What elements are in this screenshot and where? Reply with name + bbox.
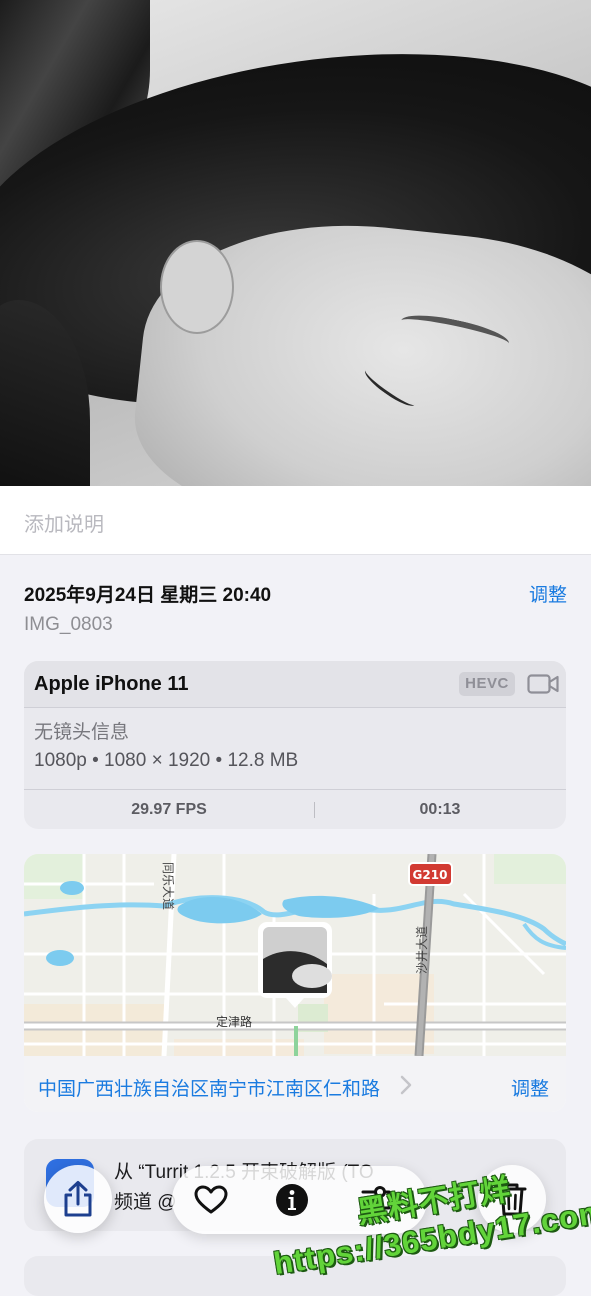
road-label-shajing: 沙井大道 (415, 926, 429, 974)
heart-icon[interactable] (194, 1185, 228, 1215)
adjust-location-button[interactable]: 调整 (511, 1074, 549, 1101)
info-icon[interactable] (275, 1183, 309, 1217)
device-header: Apple iPhone 11 HEVC (24, 661, 566, 708)
device-name: Apple iPhone 11 (34, 673, 189, 695)
device-footer: 29.97 FPS 00:13 (24, 789, 566, 829)
capture-datetime: 2025年9月24日 星期三 20:40 (24, 585, 272, 606)
video-duration: 00:13 (419, 801, 461, 818)
device-info-card: Apple iPhone 11 HEVC 无镜头信息 1080p • 1080 … (24, 661, 566, 829)
road-label-dingjin: 定津路 (216, 1014, 252, 1029)
codec-badge: HEVC (459, 672, 515, 696)
video-specs: 1080p • 1080 × 1920 • 12.8 MB (34, 750, 299, 771)
share-icon (64, 1181, 92, 1217)
highway-shield: G210 (408, 862, 453, 886)
location-card[interactable]: 同乐大道 沙井大道 定津路 G210 中国广西壮族自治区南宁市江南区仁和路 调整 (24, 854, 566, 1112)
photo-preview[interactable] (0, 0, 591, 486)
adjust-datetime-button[interactable]: 调整 (529, 580, 567, 607)
source-text-line2: 频道 @ (114, 1192, 177, 1213)
share-button[interactable] (44, 1165, 112, 1233)
video-camera-icon (527, 674, 559, 694)
photo-location-pin[interactable] (258, 922, 332, 1008)
photo-ear (160, 240, 234, 334)
location-footer: 中国广西壮族自治区南宁市江南区仁和路 调整 (24, 1056, 566, 1112)
location-map[interactable]: 同乐大道 沙井大道 定津路 G210 (24, 854, 566, 1056)
frame-rate: 29.97 FPS (131, 801, 207, 818)
road-label-tongle: 同乐大道 (161, 862, 175, 910)
highway-label: G210 (413, 868, 448, 882)
location-address[interactable]: 中国广西壮族自治区南宁市江南区仁和路 (38, 1074, 380, 1101)
caption-field[interactable]: 添加说明 (0, 486, 591, 555)
chevron-right-icon (400, 1075, 412, 1095)
lens-info: 无镜头信息 (34, 722, 130, 743)
file-name: IMG_0803 (24, 614, 113, 635)
caption-placeholder: 添加说明 (24, 514, 104, 536)
